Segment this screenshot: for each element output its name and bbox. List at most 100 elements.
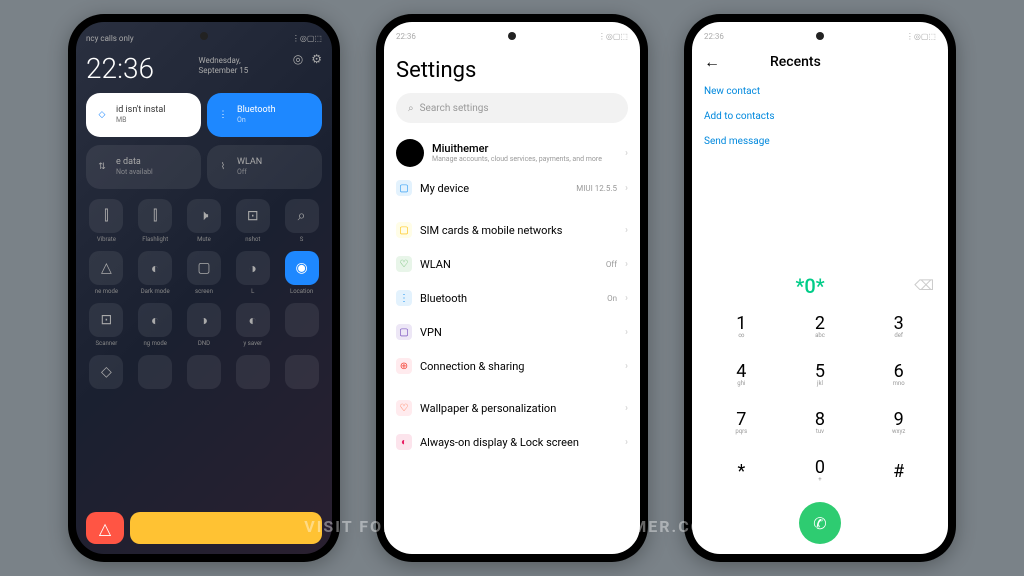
edit-icon[interactable]: ◎ [293, 52, 303, 66]
dialer-action[interactable]: Send message [704, 136, 936, 147]
search-input[interactable]: ⌕ Search settings [396, 93, 628, 123]
toggle-Location[interactable]: ◉Location [281, 251, 322, 295]
setting-item[interactable]: ▢My deviceMIUI 12.5.5› [396, 171, 628, 205]
toggle-label: Flashlight [135, 236, 176, 243]
toggle-Flashlight[interactable]: ⫿Flashlight [135, 199, 176, 243]
toggle-icon: ◑ [236, 251, 270, 285]
call-button[interactable]: ✆ [799, 502, 841, 544]
toggle-icon: ▢ [187, 251, 221, 285]
account-row[interactable]: Miuithemer Manage accounts, cloud servic… [396, 135, 628, 171]
toggle-16[interactable] [135, 355, 176, 392]
power-button[interactable]: △ [86, 512, 124, 544]
key-1[interactable]: 1∞ [702, 302, 781, 350]
setting-label: VPN [420, 326, 609, 339]
toggle-S[interactable]: ⌕S [281, 199, 322, 243]
setting-label: Always-on display & Lock screen [420, 436, 609, 449]
tile-data-usage[interactable]: ◇ id isn't instalMB [86, 93, 201, 137]
setting-item[interactable]: ◐Always-on display & Lock screen› [396, 425, 628, 459]
toggle-L[interactable]: ◑L [232, 251, 273, 295]
setting-item[interactable]: ♡WLANOff› [396, 247, 628, 281]
chevron-right-icon: › [625, 148, 628, 159]
key-0[interactable]: 0+ [781, 446, 860, 494]
toggle-label: Mute [184, 236, 225, 243]
toggle-screen[interactable]: ▢screen [184, 251, 225, 295]
tile-wlan[interactable]: ⌇ WLANOff [207, 145, 322, 189]
key-*[interactable]: * [702, 446, 781, 494]
key-2[interactable]: 2abc [781, 302, 860, 350]
toggle-icon: ⊡ [236, 199, 270, 233]
key-7[interactable]: 7pqrs [702, 398, 781, 446]
setting-item[interactable]: ▢SIM cards & mobile networks› [396, 213, 628, 247]
page-title: Settings [396, 58, 628, 83]
toggle-Vibrate[interactable]: ⫿Vibrate [86, 199, 127, 243]
setting-label: Bluetooth [420, 292, 599, 305]
tile-mobile-data[interactable]: ⇅ e dataNot availabl [86, 145, 201, 189]
chevron-right-icon: › [625, 403, 628, 414]
toggle-ng mode[interactable]: ◐ng mode [135, 303, 176, 347]
key-9[interactable]: 9wxyz [859, 398, 938, 446]
key-6[interactable]: 6mno [859, 350, 938, 398]
setting-icon: ▢ [396, 324, 412, 340]
toggle-icon: ◑ [187, 303, 221, 337]
toggle-icon: ⌕ [285, 199, 319, 233]
dialer-action[interactable]: New contact [704, 86, 936, 97]
toggle-icon: ◉ [285, 251, 319, 285]
setting-icon: ◐ [396, 434, 412, 450]
key-5[interactable]: 5jkl [781, 350, 860, 398]
settings-icon[interactable]: ⚙ [311, 52, 322, 66]
setting-item[interactable]: ⊕Connection & sharing› [396, 349, 628, 383]
brightness-button[interactable] [130, 512, 322, 544]
toggle-label: ne mode [86, 288, 127, 295]
toggle-label: nshot [232, 236, 273, 243]
key-4[interactable]: 4ghi [702, 350, 781, 398]
dialer-action[interactable]: Add to contacts [704, 111, 936, 122]
tile-bluetooth[interactable]: ⋮ BluetoothOn [207, 93, 322, 137]
status-bar: ncy calls only ⋮◎▢⬚ [86, 30, 322, 46]
wifi-icon: ⌇ [215, 159, 231, 175]
data-icon: ⇅ [94, 159, 110, 175]
toggle-icon: ◐ [138, 251, 172, 285]
setting-icon: ⊕ [396, 358, 412, 374]
toggle-icon: 🕨 [187, 199, 221, 233]
setting-label: WLAN [420, 258, 598, 271]
date-full: September 15 [198, 66, 248, 76]
setting-item[interactable]: ♡Wallpaper & personalization› [396, 391, 628, 425]
toggle-19[interactable] [281, 355, 322, 392]
setting-value: Off [606, 260, 617, 269]
chevron-right-icon: › [625, 327, 628, 338]
toggle-18[interactable] [232, 355, 273, 392]
toggle-Scanner[interactable]: ⊡Scanner [86, 303, 127, 347]
toggle-14[interactable] [281, 303, 322, 347]
toggle-label: Scanner [86, 340, 127, 347]
key-8[interactable]: 8tuv [781, 398, 860, 446]
toggle-17[interactable] [184, 355, 225, 392]
toggle-icon [236, 355, 270, 389]
setting-item[interactable]: ⋮BluetoothOn› [396, 281, 628, 315]
toggle-icon: ⫿ [89, 199, 123, 233]
status-icons: ⋮◎▢⬚ [292, 34, 322, 43]
avatar [396, 139, 424, 167]
toggle-label: DND [184, 340, 225, 347]
toggle-15[interactable]: ◇ [86, 355, 127, 392]
account-sub: Manage accounts, cloud services, payment… [432, 155, 617, 163]
backspace-button[interactable]: ⌫ [914, 278, 934, 294]
toggle-y saver[interactable]: ◐y saver [232, 303, 273, 347]
back-button[interactable]: ← [704, 52, 720, 72]
toggle-icon: ◐ [138, 303, 172, 337]
setting-item[interactable]: ▢ VPN › [396, 315, 628, 349]
toggle-nshot[interactable]: ⊡ nshot [232, 199, 273, 243]
toggle-icon [285, 303, 319, 337]
toggle-Dark mode[interactable]: ◐ Dark mode [135, 251, 176, 295]
phone-control-center: ncy calls only ⋮◎▢⬚ 22:36 Wednesday, Sep… [68, 14, 340, 562]
key-3[interactable]: 3def [859, 302, 938, 350]
account-name: Miuithemer [432, 142, 617, 155]
setting-label: My device [420, 182, 568, 195]
toggle-label: Dark mode [135, 288, 176, 295]
key-#[interactable]: # [859, 446, 938, 494]
toggle-ne mode[interactable]: △ne mode [86, 251, 127, 295]
recents-title: Recents [770, 54, 821, 70]
toggle-DND[interactable]: ◑ DND [184, 303, 225, 347]
chevron-right-icon: › [625, 183, 628, 194]
setting-label: Wallpaper & personalization [420, 402, 609, 415]
toggle-Mute[interactable]: 🕨 Mute [184, 199, 225, 243]
